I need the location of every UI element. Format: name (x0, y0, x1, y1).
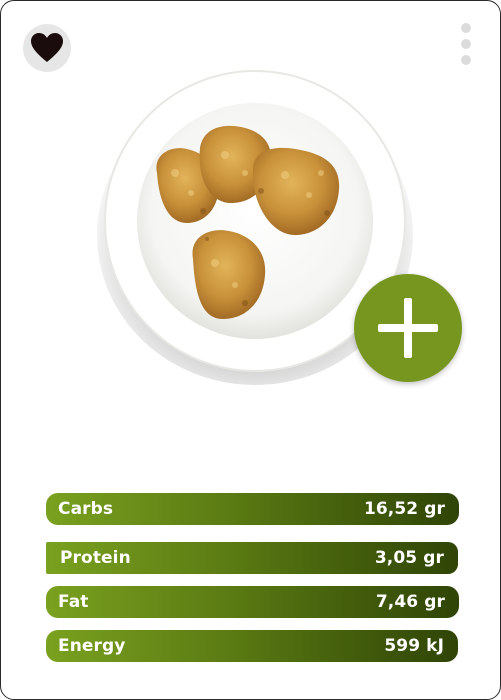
dot-icon (461, 23, 471, 33)
nutrition-label: Fat (58, 592, 89, 612)
nutrition-value: 7,46 gr (375, 592, 445, 612)
add-button[interactable] (354, 274, 462, 382)
nutrition-value: 3,05 gr (374, 548, 444, 568)
nutrition-value: 599 kJ (384, 636, 444, 656)
nutrition-label: Energy (58, 636, 126, 656)
nutrition-label: Protein (60, 548, 131, 568)
favorite-button[interactable] (23, 24, 71, 72)
food-card: Potato Fritters Carbs 16,52 gr Protein 3… (0, 0, 501, 700)
nutrition-row-carbs: Carbs 16,52 gr (46, 493, 459, 525)
heart-icon (31, 33, 63, 62)
plus-icon (378, 298, 438, 358)
food-name: Potato Fritters (160, 406, 343, 431)
nutrition-row-energy: Energy 599 kJ (46, 630, 458, 662)
nutrition-row-protein: Protein 3,05 gr (46, 542, 458, 574)
more-options-button[interactable] (457, 21, 475, 69)
dot-icon (461, 39, 471, 49)
nutrition-label: Carbs (58, 499, 114, 519)
nutrition-value: 16,52 gr (363, 499, 445, 519)
nutrition-row-fat: Fat 7,46 gr (46, 586, 459, 618)
dot-icon (461, 55, 471, 65)
